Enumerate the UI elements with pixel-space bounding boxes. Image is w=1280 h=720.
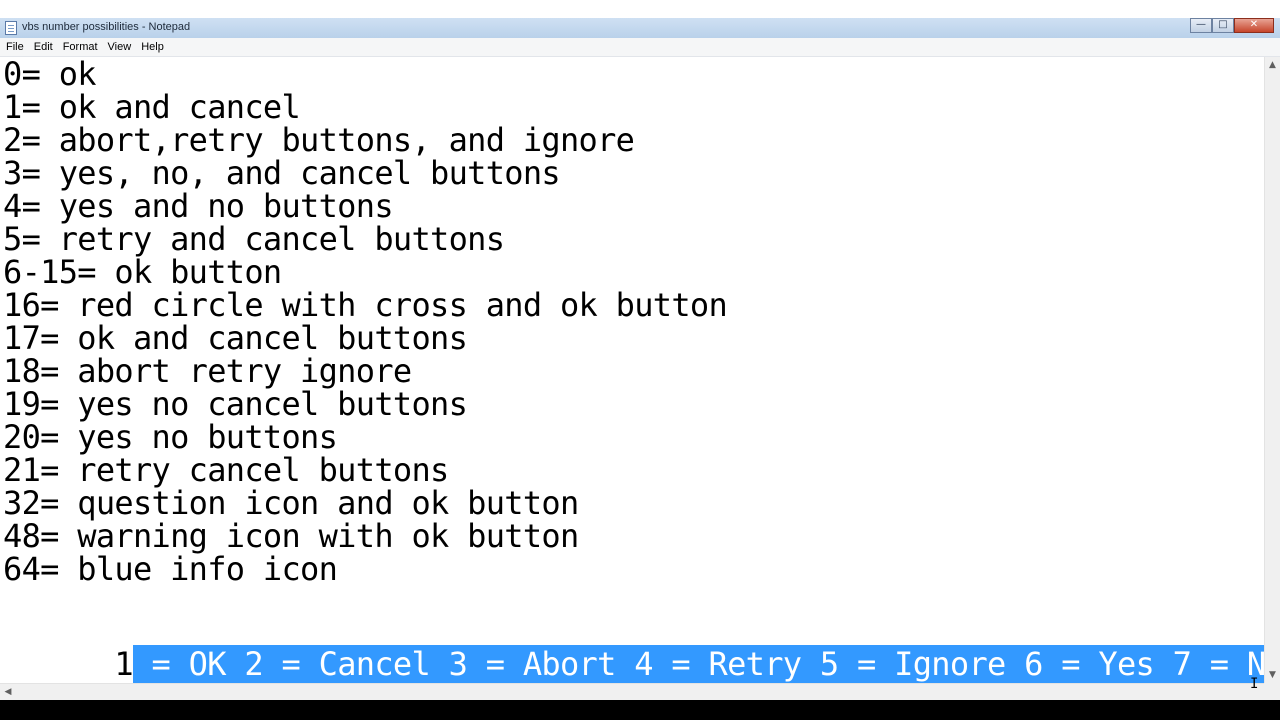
menu-view[interactable]: View xyxy=(103,38,137,56)
selected-text[interactable]: = OK 2 = Cancel 3 = Abort 4 = Retry 5 = … xyxy=(132,645,1264,683)
text-line[interactable]: 3= yes, no, and cancel buttons xyxy=(3,157,561,190)
menu-help[interactable]: Help xyxy=(136,38,169,56)
scroll-up-arrow-icon[interactable]: ▲ xyxy=(1265,57,1280,73)
notepad-window: vbs number possibilities - Notepad — □ ✕… xyxy=(0,0,1280,700)
text-line[interactable]: 32= question icon and ok button xyxy=(3,487,579,520)
notepad-app-icon xyxy=(5,21,17,35)
text-line[interactable]: 4= yes and no buttons xyxy=(3,190,394,223)
text-line[interactable]: 16= red circle with cross and ok button xyxy=(3,289,728,322)
ibeam-cursor-icon: I xyxy=(1250,676,1259,692)
maximize-button[interactable]: □ xyxy=(1212,18,1234,33)
text-line[interactable]: 2= abort,retry buttons, and ignore xyxy=(3,124,635,157)
minimize-button[interactable]: — xyxy=(1190,18,1212,33)
text-line[interactable]: 17= ok and cancel buttons xyxy=(3,322,468,355)
text-line[interactable]: 5= retry and cancel buttons xyxy=(3,223,505,256)
text-editor-area[interactable]: 0= ok 1= ok and cancel 2= abort,retry bu… xyxy=(0,57,1264,683)
menu-bar: File Edit Format View Help xyxy=(0,38,1280,57)
scroll-left-arrow-icon[interactable]: ◀ xyxy=(0,684,16,700)
text-line[interactable]: 18= abort retry ignore xyxy=(3,355,412,388)
close-button[interactable]: ✕ xyxy=(1234,18,1274,33)
text-line[interactable]: 0= ok xyxy=(3,58,97,91)
text-line[interactable]: 48= warning icon with ok button xyxy=(3,520,579,553)
scroll-down-arrow-icon[interactable]: ▼ xyxy=(1265,667,1280,683)
window-title: vbs number possibilities - Notepad xyxy=(22,21,191,33)
horizontal-scrollbar[interactable]: ◀ xyxy=(0,683,1264,700)
menu-format[interactable]: Format xyxy=(58,38,103,56)
menu-edit[interactable]: Edit xyxy=(29,38,58,56)
text-line[interactable]: 6-15= ok button xyxy=(3,256,282,289)
menu-file[interactable]: File xyxy=(0,38,29,56)
text-line[interactable]: 64= blue info icon xyxy=(3,553,338,586)
text-before-selection: 1 xyxy=(114,645,133,683)
text-line-with-selection[interactable]: 1 = OK 2 = Cancel 3 = Abort 4 = Retry 5 … xyxy=(3,615,1264,683)
text-line[interactable]: 20= yes no buttons xyxy=(3,421,338,454)
text-line[interactable]: 1= ok and cancel xyxy=(3,91,301,124)
title-bar[interactable]: vbs number possibilities - Notepad — □ ✕ xyxy=(0,18,1280,39)
window-controls: — □ ✕ xyxy=(1190,18,1274,34)
vertical-scrollbar[interactable]: ▲ ▼ xyxy=(1264,57,1280,683)
text-line[interactable]: 21= retry cancel buttons xyxy=(3,454,449,487)
text-line[interactable]: 19= yes no cancel buttons xyxy=(3,388,468,421)
scrollbar-corner xyxy=(1264,683,1280,700)
